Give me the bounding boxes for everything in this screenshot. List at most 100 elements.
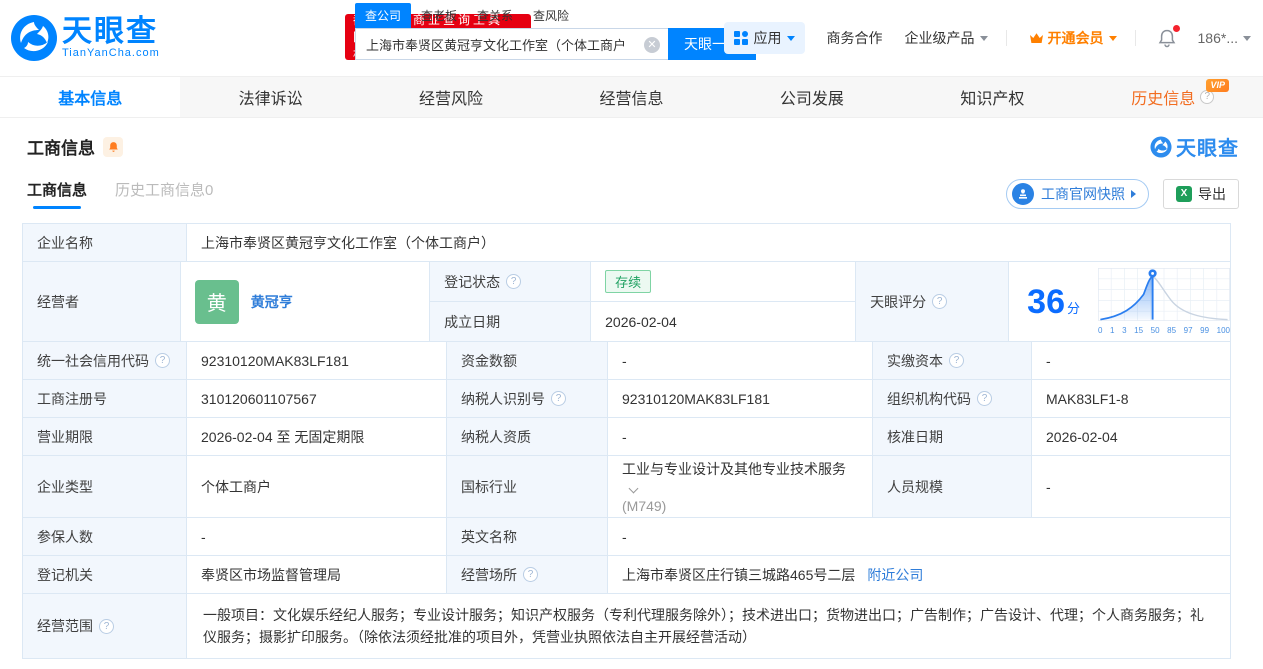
search-tab-relation[interactable]: 查关系 (467, 3, 523, 28)
capital-label: 资金数额 (447, 342, 608, 380)
help-icon[interactable] (155, 353, 170, 368)
business-cooperation-link[interactable]: 商务合作 (827, 28, 883, 48)
paid-capital-label-cell: 实缴资本 (873, 342, 1032, 380)
tab-basic-info[interactable]: 基本信息 (0, 77, 181, 117)
subtab-business-info[interactable]: 工商信息 (27, 179, 87, 209)
divider (1005, 30, 1007, 46)
open-vip-label: 开通会员 (1047, 30, 1104, 46)
industry-cell: 工业与专业设计及其他专业技术服务 (M749) (608, 456, 873, 518)
english-name-value: - (608, 518, 1231, 556)
chevron-down-icon (786, 35, 795, 41)
tab-company-development[interactable]: 公司发展 (722, 77, 902, 117)
search-input[interactable] (356, 36, 626, 52)
logo-domain: TianYanCha.com (62, 47, 160, 59)
reg-authority-label: 登记机关 (23, 556, 187, 594)
help-icon[interactable] (1200, 90, 1215, 104)
help-icon[interactable] (949, 353, 964, 368)
taxpayer-id-label-cell: 纳税人识别号 (447, 380, 608, 418)
score-distribution-chart: 0 1 3 15 50 85 97 99 100 (1098, 268, 1231, 335)
operator-name-link[interactable]: 黄冠亨 (251, 292, 293, 312)
tab-operation-info[interactable]: 经营信息 (541, 77, 721, 117)
bell-icon (108, 141, 118, 152)
notifications-bell[interactable] (1158, 24, 1180, 48)
paid-capital-value: - (1032, 342, 1231, 380)
top-header: 天眼查 TianYanCha.com 都在用的商业查询工具 国家中小企业发展子基… (0, 0, 1263, 76)
subtab-row: 工商信息 历史工商信息0 工商官网快照 导出 (0, 167, 1263, 211)
company-name-label: 企业名称 (23, 224, 187, 262)
account-menu[interactable]: 186*... (1198, 30, 1251, 46)
credit-code-label: 统一社会信用代码 (37, 352, 149, 369)
divider (1134, 30, 1136, 46)
account-phone: 186*... (1197, 30, 1238, 46)
operator-cell: 黄 黄冠亨 (180, 262, 431, 342)
bell-icon (1158, 29, 1175, 47)
table-row: 经营者 黄 黄冠亨 登记状态 存续 成立日期 2026-02-04 天眼评分 (23, 262, 1231, 342)
reg-number-label: 工商注册号 (23, 380, 187, 418)
subtab-history-business-info[interactable]: 历史工商信息0 (115, 179, 213, 209)
header-menu: 应用 商务合作 企业级产品 开通会员 186*... (723, 22, 1251, 54)
score-axis-labels: 0 1 3 15 50 85 97 99 100 (1098, 326, 1230, 335)
excel-icon (1176, 186, 1192, 202)
nearby-companies-link[interactable]: 附近公司 (867, 565, 923, 585)
score-cell: 36 分 0 1 3 15 50 85 97 99 100 (1009, 262, 1231, 342)
business-term-value: 2026-02-04 至 无固定期限 (187, 418, 447, 456)
tab-legal-litigation[interactable]: 法律诉讼 (180, 77, 360, 117)
tab-history-info[interactable]: VIP 历史信息 (1083, 77, 1263, 117)
search-block: 查公司 查老板 查关系 查风险 ✕ 天眼一下 (355, 3, 756, 60)
search-tab-risk[interactable]: 查风险 (523, 3, 579, 28)
open-vip-menu[interactable]: 开通会员 (1029, 28, 1117, 48)
vip-badge: VIP (1206, 79, 1229, 92)
chevron-down-icon[interactable] (628, 483, 639, 494)
help-icon[interactable] (932, 294, 948, 309)
business-scope-label-cell: 经营范围 (23, 594, 187, 659)
help-icon[interactable] (506, 274, 522, 289)
crown-icon (1029, 32, 1043, 43)
score-unit: 分 (1066, 301, 1080, 316)
chevron-down-icon (1243, 35, 1251, 41)
table-row: 经营范围 一般项目：文化娱乐经纪人服务；专业设计服务；知识产权服务（专利代理服务… (23, 594, 1231, 659)
score-value: 36 (1027, 282, 1065, 321)
tianyancha-logo[interactable]: 天眼查 TianYanCha.com (10, 14, 160, 62)
org-code-label-cell: 组织机构代码 (873, 380, 1032, 418)
tab-intellectual-property[interactable]: 知识产权 (902, 77, 1082, 117)
search-tab-boss[interactable]: 查老板 (411, 3, 467, 28)
table-row: 参保人数 - 英文名称 - (23, 518, 1231, 556)
enterprise-products-menu[interactable]: 企业级产品 (905, 28, 988, 48)
table-row: 统一社会信用代码 92310120MAK83LF181 资金数额 - 实缴资本 … (23, 342, 1231, 380)
credit-code-label-cell: 统一社会信用代码 (23, 342, 187, 380)
tab-history-label: 历史信息 (1131, 91, 1196, 108)
monitor-bell-button[interactable] (103, 136, 123, 157)
business-term-label: 营业期限 (23, 418, 187, 456)
export-button[interactable]: 导出 (1163, 179, 1239, 209)
score-label: 天眼评分 (870, 293, 927, 310)
help-icon[interactable] (99, 618, 114, 634)
approval-date-value: 2026-02-04 (1032, 418, 1231, 456)
chevron-down-icon (1108, 35, 1117, 41)
status-badge: 存续 (605, 270, 652, 293)
search-tab-company[interactable]: 查公司 (355, 3, 412, 28)
apps-menu[interactable]: 应用 (723, 22, 805, 54)
export-label: 导出 (1198, 186, 1226, 202)
business-scope-label: 经营范围 (37, 618, 93, 634)
industry-label: 国标行业 (447, 456, 608, 518)
approval-date-label: 核准日期 (873, 418, 1032, 456)
establish-date-label: 成立日期 (430, 302, 592, 342)
section-header: 工商信息 天眼查 (0, 118, 1263, 167)
operator-avatar[interactable]: 黄 (194, 279, 239, 324)
help-icon[interactable] (977, 391, 992, 406)
table-row: 营业期限 2026-02-04 至 无固定期限 纳税人资质 - 核准日期 202… (23, 418, 1231, 456)
section-title: 工商信息 (27, 139, 95, 158)
tianyancha-swirl-icon (11, 15, 57, 61)
staff-size-label: 人员规模 (873, 456, 1032, 518)
help-icon[interactable] (551, 391, 566, 406)
company-nav-tabs: 基本信息 法律诉讼 经营风险 经营信息 公司发展 知识产权 VIP 历史信息 (0, 76, 1263, 118)
apps-label: 应用 (753, 30, 782, 46)
help-icon[interactable] (523, 567, 538, 582)
official-snapshot-button[interactable]: 工商官网快照 (1006, 179, 1149, 209)
official-snapshot-label: 工商官网快照 (1041, 186, 1125, 202)
table-row: 企业名称 上海市奉贤区黄冠亨文化工作室（个体工商户） (23, 224, 1231, 262)
clear-search-icon[interactable]: ✕ (644, 37, 660, 53)
tab-operation-risk[interactable]: 经营风险 (361, 77, 541, 117)
paid-capital-label: 实缴资本 (887, 352, 943, 369)
org-code-label: 组织机构代码 (887, 390, 971, 407)
